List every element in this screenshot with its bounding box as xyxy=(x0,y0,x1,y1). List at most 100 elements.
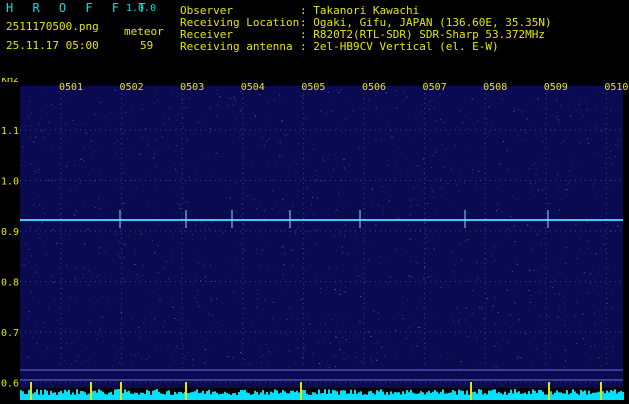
noise-dot xyxy=(286,319,288,321)
noise-dot xyxy=(57,319,58,321)
noise-dot xyxy=(216,298,217,300)
noise-dot xyxy=(465,307,467,309)
power-bar-segment xyxy=(434,390,436,400)
noise-dot xyxy=(115,353,117,355)
x-tick-label: 0504 xyxy=(241,82,265,93)
noise-dot xyxy=(335,289,336,291)
noise-dot xyxy=(39,204,41,206)
power-bar-segment xyxy=(426,392,428,400)
noise-dot xyxy=(447,95,449,97)
noise-dot xyxy=(39,237,41,239)
noise-dot xyxy=(257,307,258,309)
noise-dot xyxy=(579,249,581,251)
noise-dot xyxy=(123,278,125,280)
noise-dot xyxy=(582,338,584,340)
power-bar-segment xyxy=(66,391,68,400)
noise-dot xyxy=(497,311,499,313)
power-bar-segment xyxy=(100,390,102,400)
noise-dot xyxy=(486,118,488,120)
noise-dot xyxy=(352,227,354,229)
noise-dot xyxy=(213,286,215,288)
power-bar-segment xyxy=(294,392,296,400)
noise-dot xyxy=(376,359,378,361)
power-bar-segment xyxy=(246,392,248,400)
noise-dot xyxy=(147,144,149,146)
noise-dot xyxy=(410,357,411,359)
noise-dot xyxy=(157,245,159,247)
noise-dot xyxy=(136,187,138,189)
power-bar-segment xyxy=(422,392,424,400)
noise-dot xyxy=(35,359,37,361)
power-bar-segment xyxy=(570,393,572,400)
noise-dot xyxy=(78,124,80,126)
noise-dot xyxy=(178,227,179,229)
noise-dot xyxy=(296,193,298,195)
power-bar-segment xyxy=(232,393,234,400)
noise-dot xyxy=(152,290,154,292)
noise-dot xyxy=(564,307,566,309)
noise-dot xyxy=(492,305,494,307)
noise-dot xyxy=(353,242,354,243)
noise-dot xyxy=(563,366,565,368)
noise-dot xyxy=(564,324,566,326)
noise-dot xyxy=(91,277,92,279)
noise-dot xyxy=(408,317,410,319)
power-bar-segment xyxy=(50,390,52,400)
power-bar-segment xyxy=(124,389,126,400)
power-bar-segment xyxy=(464,394,466,400)
noise-dot xyxy=(610,230,612,232)
noise-dot xyxy=(171,211,172,213)
noise-dot xyxy=(332,176,334,178)
noise-dot xyxy=(531,249,533,251)
noise-dot xyxy=(340,222,342,224)
noise-dot xyxy=(288,367,289,369)
noise-dot xyxy=(176,128,178,130)
noise-dot xyxy=(235,261,237,263)
noise-dot xyxy=(149,169,151,171)
noise-dot xyxy=(103,340,105,342)
noise-dot xyxy=(97,222,99,224)
noise-dot xyxy=(398,312,400,314)
power-bar-segment xyxy=(252,394,254,400)
noise-dot xyxy=(591,185,593,187)
noise-dot xyxy=(575,109,577,111)
noise-dot xyxy=(602,320,604,322)
noise-dot xyxy=(357,334,359,336)
noise-dot xyxy=(38,228,39,229)
power-bar-segment xyxy=(54,392,56,400)
noise-dot xyxy=(538,189,540,191)
noise-dot xyxy=(256,305,258,307)
power-bar-segment xyxy=(594,392,596,400)
noise-dot xyxy=(174,318,176,319)
power-bar-segment xyxy=(518,391,520,400)
noise-dot xyxy=(30,289,32,291)
noise-dot xyxy=(121,221,123,223)
noise-dot xyxy=(354,253,356,255)
noise-dot xyxy=(232,357,234,359)
noise-dot xyxy=(131,354,133,356)
noise-dot xyxy=(259,350,261,352)
noise-dot xyxy=(64,359,66,361)
power-bar-segment xyxy=(264,394,266,400)
noise-dot xyxy=(253,113,255,115)
noise-dot xyxy=(137,129,139,131)
noise-dot xyxy=(477,119,479,121)
noise-dot xyxy=(137,277,138,279)
noise-dot xyxy=(57,179,59,181)
noise-dot xyxy=(274,266,276,268)
noise-dot xyxy=(370,335,372,337)
noise-dot xyxy=(163,329,165,331)
noise-dot xyxy=(30,163,31,165)
noise-dot xyxy=(513,225,515,227)
noise-dot xyxy=(402,247,403,249)
noise-dot xyxy=(93,133,94,135)
noise-dot xyxy=(35,324,37,326)
noise-dot xyxy=(123,132,125,134)
noise-dot xyxy=(21,291,22,293)
noise-dot xyxy=(30,175,31,177)
noise-dot xyxy=(241,203,243,205)
noise-dot xyxy=(286,103,288,105)
power-bar-segment xyxy=(70,394,72,400)
noise-dot xyxy=(187,107,189,108)
noise-dot xyxy=(520,110,522,112)
